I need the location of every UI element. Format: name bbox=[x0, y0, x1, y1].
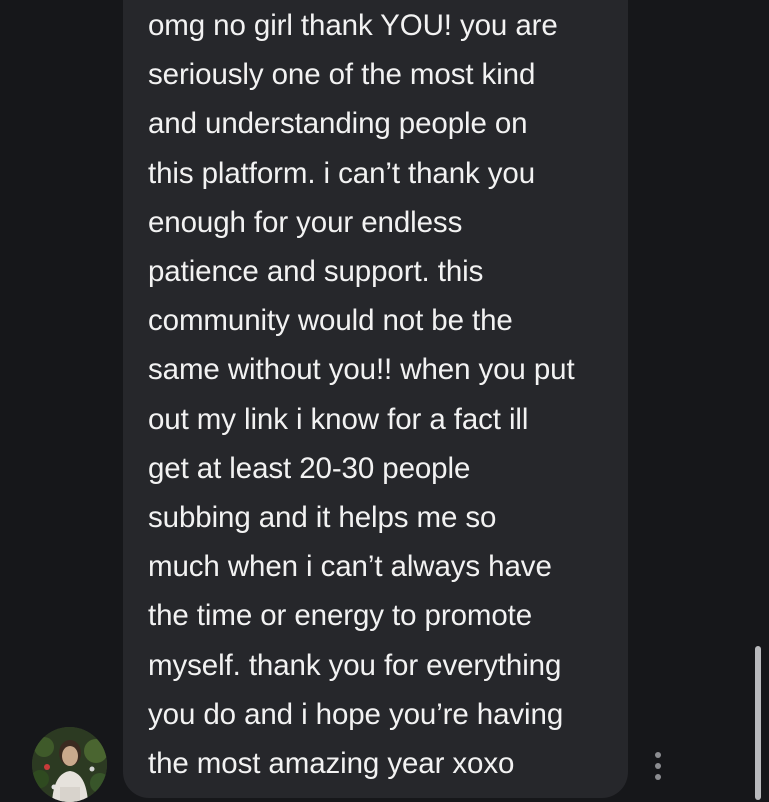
avatar[interactable] bbox=[32, 727, 107, 802]
message-line: much when i can’t always have bbox=[148, 550, 552, 584]
message-text: omg no girl thank YOU! you are seriously… bbox=[148, 1, 618, 788]
message-line: myself. thank you for everything bbox=[148, 648, 562, 682]
message-line: this platform. i can’t thank you bbox=[148, 156, 536, 190]
avatar-image bbox=[32, 727, 107, 802]
message-line: out my link i know for a fact ill bbox=[148, 402, 529, 436]
message-line: the time or energy to promote bbox=[148, 599, 533, 633]
message-line: get at least 20-30 people bbox=[148, 451, 471, 485]
message-line: you do and i hope you’re having bbox=[148, 697, 564, 731]
message-line: omg no girl thank YOU! you are bbox=[148, 9, 558, 42]
message-line: patience and support. this bbox=[148, 255, 484, 289]
more-options-button[interactable] bbox=[645, 748, 671, 784]
scrollbar-thumb[interactable] bbox=[755, 646, 761, 800]
message-line: community would not be the bbox=[148, 304, 513, 338]
message-line: seriously one of the most kind bbox=[148, 58, 536, 92]
message-line: subbing and it helps me so bbox=[148, 501, 497, 535]
message-line: enough for your endless bbox=[148, 205, 463, 239]
message-line: and understanding people on bbox=[148, 107, 528, 141]
message-line: the most amazing year xoxo bbox=[148, 747, 515, 781]
chat-area: omg no girl thank YOU! you are seriously… bbox=[0, 0, 769, 802]
message-line: same without you!! when you put bbox=[148, 353, 575, 387]
